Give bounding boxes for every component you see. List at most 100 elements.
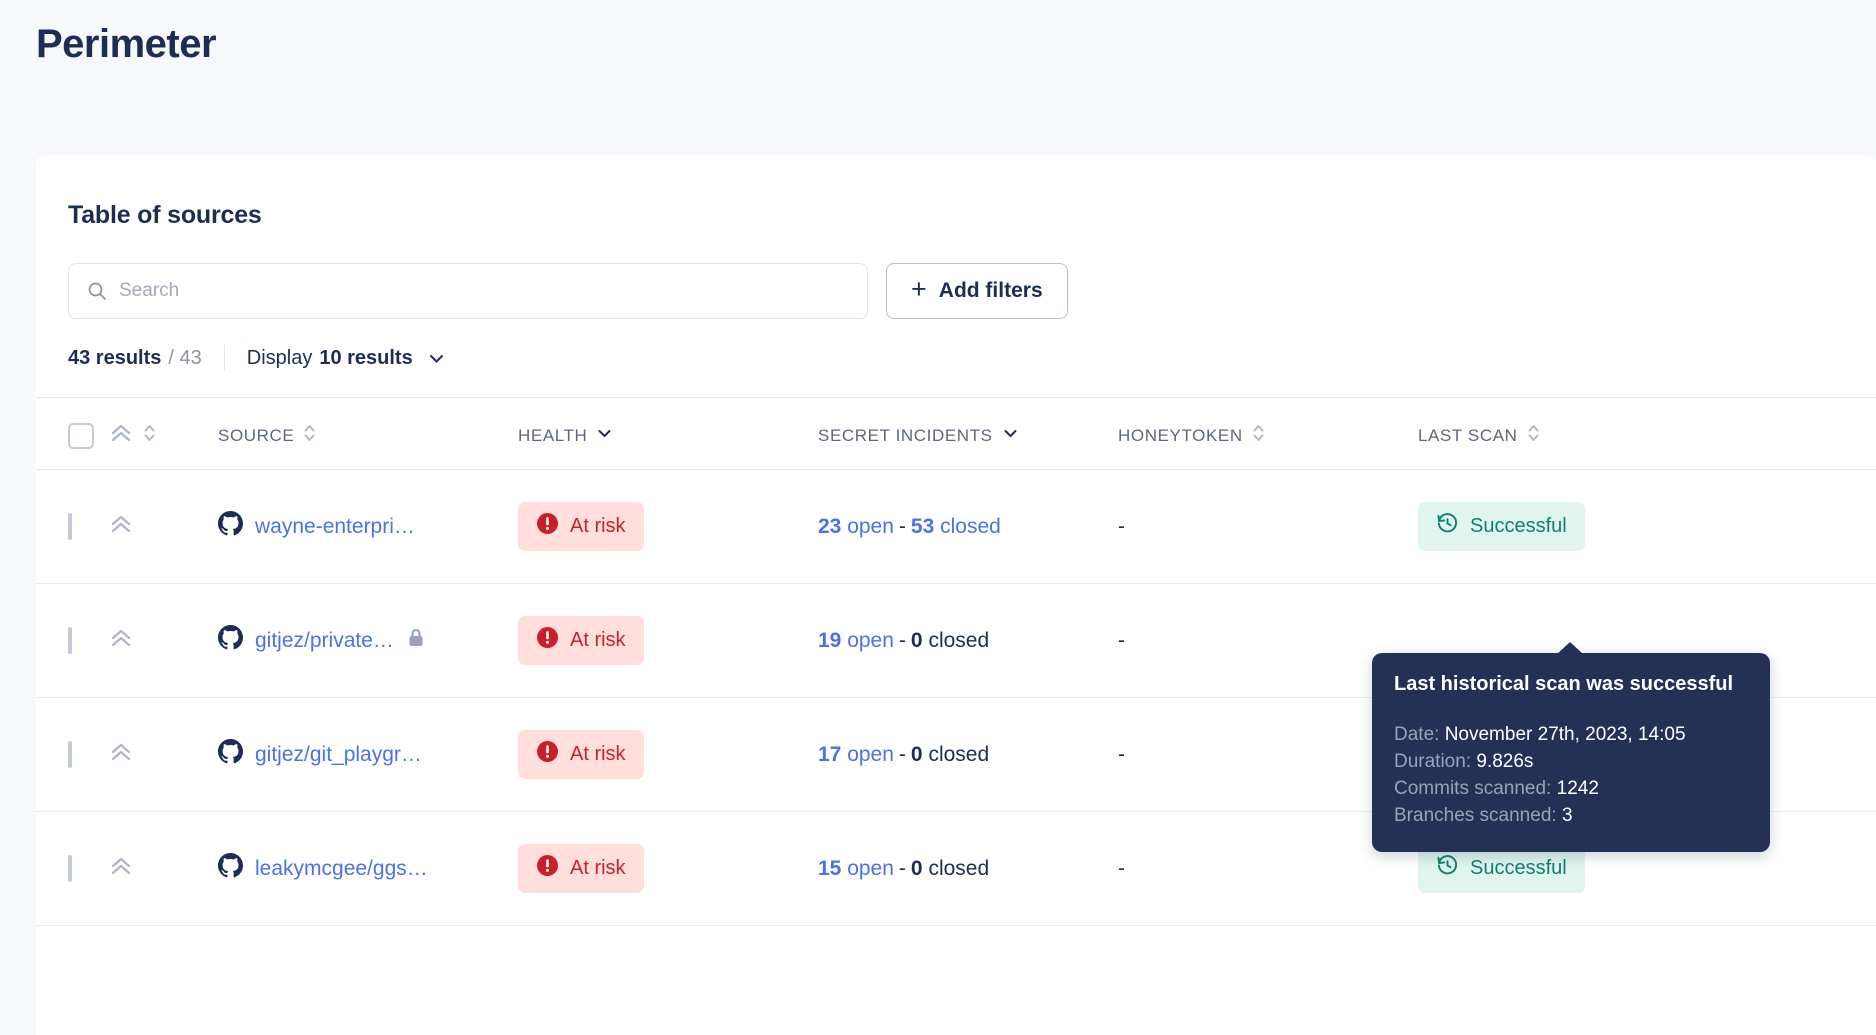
row-checkbox[interactable] bbox=[68, 626, 72, 654]
github-icon bbox=[218, 739, 243, 770]
incidents-separator: - bbox=[898, 856, 906, 880]
tooltip-row-value: 3 bbox=[1561, 804, 1573, 826]
page-title: Perimeter bbox=[36, 22, 217, 66]
card-title: Table of sources bbox=[68, 201, 262, 229]
status-badge-health: At risk bbox=[518, 730, 644, 779]
exclamation-circle-icon bbox=[536, 626, 559, 655]
tooltip-title: Last historical scan was successful bbox=[1394, 673, 1734, 695]
sort-honeytoken-icon[interactable] bbox=[1252, 422, 1265, 449]
health-label: At risk bbox=[570, 857, 626, 879]
incidents-separator: - bbox=[898, 742, 906, 766]
col-secret-incidents-label: SECRET INCIDENTS bbox=[818, 425, 993, 445]
col-health-label: HEALTH bbox=[518, 425, 588, 445]
search-input-wrapper[interactable] bbox=[68, 263, 868, 319]
open-incidents-count[interactable]: 15 bbox=[818, 857, 841, 880]
tooltip-row-label: Date: bbox=[1394, 724, 1440, 745]
col-source-label: SOURCE bbox=[218, 425, 295, 445]
incidents-separator: - bbox=[898, 628, 906, 652]
health-chevron-down-icon[interactable] bbox=[596, 425, 613, 447]
search-input[interactable] bbox=[119, 280, 849, 302]
table-toolbar: + Add filters bbox=[36, 230, 1876, 319]
tooltip-row-label: Commits scanned: bbox=[1394, 777, 1552, 799]
tooltip-row: Date: November 27th, 2023, 14:05 bbox=[1394, 722, 1748, 749]
source-link[interactable]: wayne-enterpri… bbox=[255, 515, 415, 539]
col-honeytoken[interactable]: HONEYTOKEN bbox=[1118, 397, 1418, 470]
open-incidents-label[interactable]: open bbox=[847, 743, 894, 766]
tooltip-row-value: 1242 bbox=[1556, 777, 1599, 799]
open-incidents-label[interactable]: open bbox=[847, 515, 894, 538]
row-select-cell bbox=[36, 697, 108, 812]
github-icon bbox=[218, 625, 243, 656]
status-badge-health: At risk bbox=[518, 502, 644, 551]
row-checkbox[interactable] bbox=[68, 512, 72, 540]
chevron-down-icon[interactable] bbox=[427, 349, 446, 368]
display-label: Display bbox=[246, 346, 313, 369]
row-incidents-cell: 15 open -0 closed bbox=[818, 811, 1118, 926]
table-header-row: SOURCE HEALTH SECRET INCIDENTS HONEYTOKE… bbox=[36, 397, 1876, 470]
honeytoken-value: - bbox=[1118, 742, 1125, 766]
double-chevron-up-icon[interactable] bbox=[108, 743, 134, 770]
row-checkbox[interactable] bbox=[68, 854, 72, 882]
row-last-scan-cell: Successful bbox=[1418, 469, 1876, 584]
double-chevron-up-icon[interactable] bbox=[108, 515, 134, 542]
incidents-separator: - bbox=[898, 514, 906, 538]
search-icon bbox=[87, 281, 107, 301]
sort-source-icon[interactable] bbox=[303, 422, 316, 449]
open-incidents-count[interactable]: 17 bbox=[818, 743, 841, 766]
source-link[interactable]: gitjez/git_playgr… bbox=[255, 743, 422, 767]
exclamation-circle-icon bbox=[536, 740, 559, 769]
double-chevron-up-icon[interactable] bbox=[108, 857, 134, 884]
tooltip-row-value: November 27th, 2023, 14:05 bbox=[1444, 724, 1686, 745]
col-health[interactable]: HEALTH bbox=[518, 397, 818, 470]
source-link[interactable]: gitjez/private… bbox=[255, 629, 394, 653]
tooltip-row-label: Duration: bbox=[1394, 750, 1472, 772]
tooltip-arrow bbox=[1557, 642, 1583, 654]
row-checkbox[interactable] bbox=[68, 740, 72, 768]
col-source[interactable]: SOURCE bbox=[218, 397, 518, 470]
col-last-scan-label: LAST SCAN bbox=[1418, 425, 1518, 445]
closed-incidents-label[interactable]: closed bbox=[940, 515, 1001, 538]
open-incidents-count[interactable]: 19 bbox=[818, 629, 841, 652]
sort-last-scan-icon[interactable] bbox=[1527, 422, 1540, 449]
honeytoken-value: - bbox=[1118, 856, 1125, 880]
incidents-chevron-down-icon[interactable] bbox=[1002, 425, 1019, 447]
table-head: SOURCE HEALTH SECRET INCIDENTS HONEYTOKE… bbox=[36, 397, 1876, 470]
last-scan-tooltip: Last historical scan was successful Date… bbox=[1372, 642, 1770, 852]
display-value[interactable]: 10 results bbox=[319, 347, 412, 370]
closed-incidents-count: 0 bbox=[910, 742, 923, 766]
tooltip-row: Branches scanned: 3 bbox=[1394, 803, 1748, 830]
col-last-scan[interactable]: LAST SCAN bbox=[1418, 397, 1876, 470]
closed-incidents-count: 0 bbox=[910, 856, 923, 880]
tooltip-rows: Date: November 27th, 2023, 14:05 Duration… bbox=[1394, 722, 1748, 830]
source-link[interactable]: leakymcgee/ggs… bbox=[255, 857, 428, 881]
double-chevron-up-icon[interactable] bbox=[108, 420, 134, 451]
row-incidents-cell: 23 open -53 closed bbox=[818, 469, 1118, 584]
open-incidents-label[interactable]: open bbox=[847, 629, 894, 652]
row-select-cell bbox=[36, 583, 108, 698]
col-honeytoken-label: HONEYTOKEN bbox=[1118, 425, 1243, 445]
row-source-cell: leakymcgee/ggs… bbox=[218, 811, 518, 926]
tooltip-row: Commits scanned: 1242 bbox=[1394, 776, 1748, 803]
row-select-cell bbox=[36, 469, 108, 584]
results-bar: 43 results / 43 Display 10 results bbox=[36, 319, 1876, 371]
add-filters-button[interactable]: + Add filters bbox=[886, 263, 1068, 319]
open-incidents-count[interactable]: 23 bbox=[818, 515, 841, 538]
status-badge-last-scan[interactable]: Successful bbox=[1418, 502, 1585, 551]
results-count: 43 results bbox=[68, 346, 162, 369]
closed-incidents-label: closed bbox=[928, 742, 990, 766]
select-all-checkbox[interactable] bbox=[68, 422, 94, 449]
honeytoken-value: - bbox=[1118, 628, 1125, 652]
row-source-cell: gitjez/git_playgr… bbox=[218, 697, 518, 812]
open-incidents-label[interactable]: open bbox=[847, 857, 894, 880]
status-badge-health: At risk bbox=[518, 616, 644, 665]
closed-incidents-count[interactable]: 53 bbox=[911, 515, 934, 538]
results-divider bbox=[223, 345, 225, 371]
row-incidents-cell: 19 open -0 closed bbox=[818, 583, 1118, 698]
health-label: At risk bbox=[570, 515, 626, 537]
double-chevron-up-icon[interactable] bbox=[108, 629, 134, 656]
row-health-cell: At risk bbox=[518, 583, 818, 698]
col-secret-incidents[interactable]: SECRET INCIDENTS bbox=[818, 397, 1118, 470]
sort-severity-icon[interactable] bbox=[143, 422, 156, 449]
table-row[interactable]: wayne-enterpri… At risk 23 open -53 closed -… bbox=[36, 469, 1876, 584]
row-health-cell: At risk bbox=[518, 697, 818, 812]
